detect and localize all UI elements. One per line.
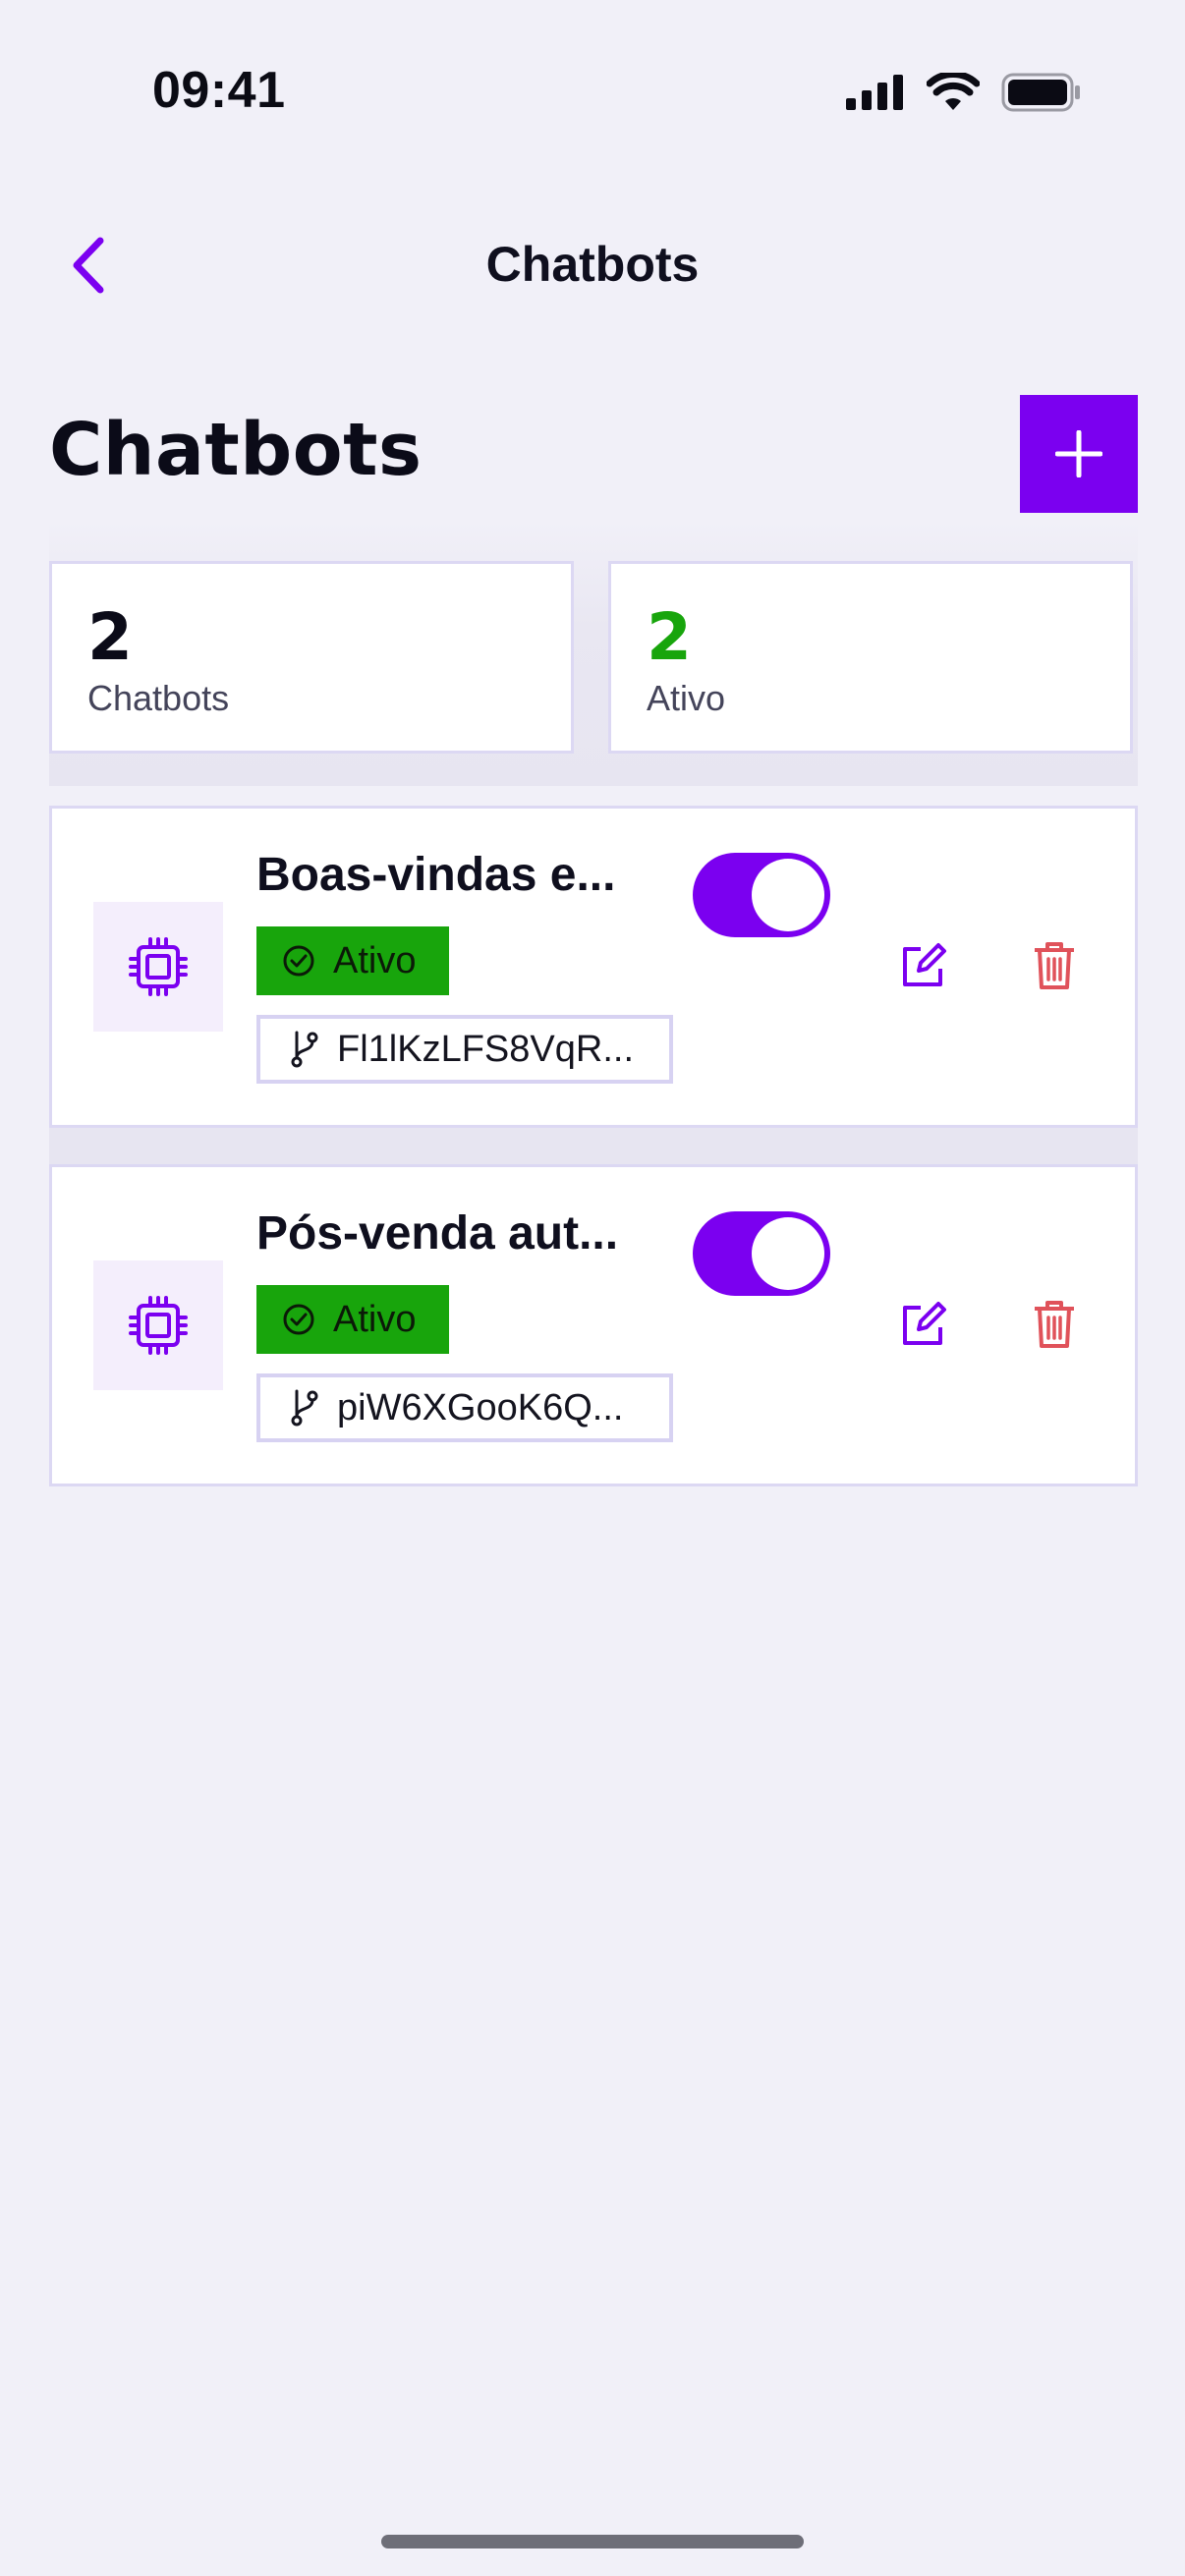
toggle-knob [752,1217,824,1290]
chatbot-id-text: piW6XGooK6Q... [337,1386,624,1428]
cellular-signal-icon [846,75,903,110]
add-chatbot-button[interactable] [1020,395,1138,513]
trash-icon [1035,942,1074,989]
stat-label-total: Chatbots [87,678,230,718]
edit-icon [903,1302,946,1345]
toggle-knob [752,859,824,931]
chatbot-enabled-toggle[interactable] [693,1211,830,1296]
status-badge: Ativo [256,1285,449,1354]
trash-icon [1035,1301,1074,1348]
chatbot-id: piW6XGooK6Q... [256,1373,673,1442]
status-icons [846,73,1082,112]
chatbot-id-text: Fl1lKzLFS8VqR... [337,1028,634,1070]
chatbot-enabled-toggle[interactable] [693,853,830,937]
edit-icon [903,943,946,986]
status-bar: 09:41 [0,0,1185,187]
check-circle-icon [283,1304,314,1335]
git-branch-icon [291,1389,318,1427]
stat-value-total: 2 [87,599,133,675]
stat-card-active: 2 Ativo [608,561,1133,754]
check-circle-icon [283,945,314,977]
battery-icon [1001,73,1080,112]
stat-value-active: 2 [647,599,692,675]
chatbot-avatar [93,1260,223,1390]
wifi-icon [927,73,980,110]
chatbot-name: Pós-venda aut... [256,1207,619,1260]
chatbot-card[interactable]: Boas-vindas e... Ativo Fl1lKzLFS8VqR... [49,806,1138,1128]
chatbot-name: Boas-vindas e... [256,849,616,901]
nav-title: Chatbots [485,237,700,292]
delete-button[interactable] [1023,934,1086,997]
stat-card-total: 2 Chatbots [49,561,574,754]
cpu-chip-icon [129,1296,188,1355]
chatbot-avatar [93,902,223,1032]
home-indicator [381,2535,804,2548]
status-text: Ativo [333,939,417,981]
chatbot-id: Fl1lKzLFS8VqR... [256,1015,673,1084]
status-time: 09:41 [152,62,286,119]
delete-button[interactable] [1023,1293,1086,1356]
cpu-chip-icon [129,937,188,996]
stat-label-active: Ativo [647,678,726,718]
status-text: Ativo [333,1298,417,1340]
plus-icon [1055,430,1102,477]
card-separator [49,1125,1138,1164]
git-branch-icon [291,1031,318,1068]
chatbot-card[interactable]: Pós-venda aut... Ativo piW6XGooK6Q... [49,1164,1138,1486]
status-badge: Ativo [256,926,449,995]
page-title: Chatbots [49,408,423,492]
edit-button[interactable] [892,934,955,997]
navigation-bar: Chatbots [0,206,1185,324]
edit-button[interactable] [892,1293,955,1356]
